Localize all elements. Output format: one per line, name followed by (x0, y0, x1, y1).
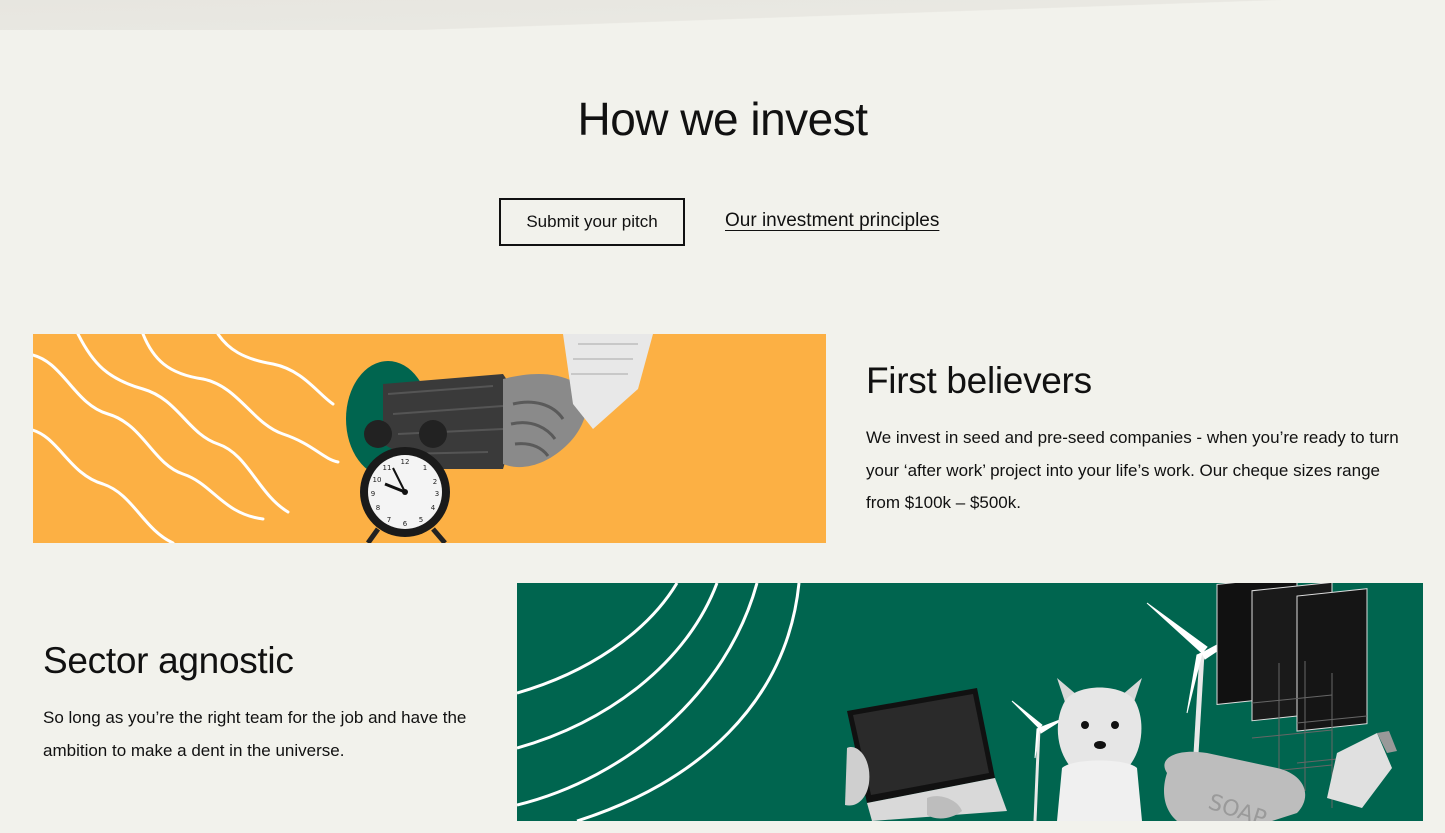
svg-text:12: 12 (401, 458, 410, 466)
wavy-lines-decoration (33, 334, 340, 543)
svg-text:7: 7 (387, 516, 391, 524)
first-believers-illustration: 12 1 2 3 4 5 6 7 8 9 10 11 (33, 334, 826, 543)
svg-text:5: 5 (419, 516, 423, 524)
soap-bar-icon: SOAP (1164, 751, 1306, 821)
section-title: How we invest (577, 93, 868, 145)
sector-agnostic-description: So long as you’re the right team for the… (43, 708, 467, 760)
investment-principles-link[interactable]: Our investment principles (725, 210, 939, 232)
laptop-icon (845, 688, 1007, 821)
sector-agnostic-heading: Sector agnostic (43, 640, 294, 681)
first-believers-heading: First believers (866, 360, 1092, 401)
first-believers-description: We invest in seed and pre-seed companies… (866, 428, 1399, 512)
top-divider-band (0, 0, 1445, 30)
submit-pitch-button[interactable]: Submit your pitch (499, 198, 685, 246)
how-we-invest-page: How we invest Submit your pitch Our inve… (0, 0, 1445, 833)
svg-text:10: 10 (373, 476, 382, 484)
svg-text:4: 4 (431, 504, 436, 512)
svg-text:2: 2 (433, 478, 437, 486)
svg-text:3: 3 (435, 490, 439, 498)
sector-agnostic-illustration: SOAP (517, 583, 1423, 821)
concentric-arcs-decoration (517, 583, 801, 821)
svg-text:1: 1 (423, 464, 427, 472)
bottle-icon (1327, 731, 1397, 808)
svg-text:6: 6 (403, 520, 408, 528)
svg-text:9: 9 (371, 490, 375, 498)
svg-text:11: 11 (383, 464, 392, 472)
corgi-dog-icon (1057, 678, 1142, 821)
svg-text:8: 8 (376, 504, 380, 512)
